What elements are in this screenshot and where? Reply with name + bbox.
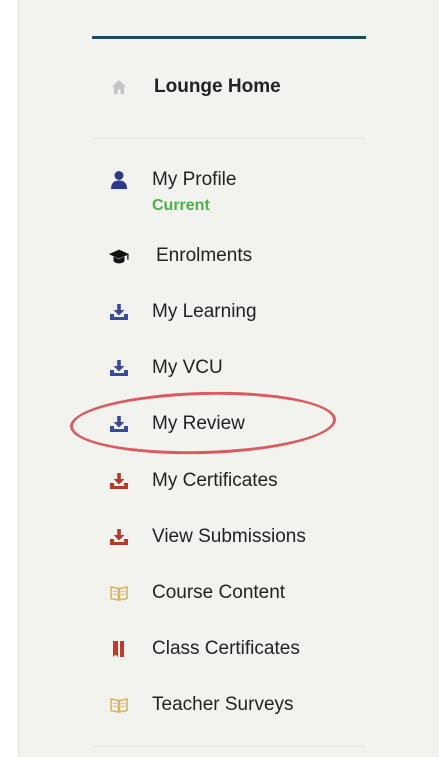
profile-status-text: Current (152, 197, 210, 214)
home-icon (108, 76, 130, 98)
sidebar-item-course-content[interactable]: Course Content (108, 578, 285, 608)
sidebar-item-teacher-surveys[interactable]: Teacher Surveys (108, 690, 294, 720)
user-icon (108, 169, 130, 191)
sidebar-item-label: My Review (152, 413, 245, 434)
sidebar-item-class-certificates[interactable]: Class Certificates (108, 634, 300, 664)
sidebar-item-label: My Profile (152, 169, 237, 190)
sidebar-item-view-submissions[interactable]: View Submissions (108, 522, 306, 552)
sidebar-item-enrolments[interactable]: Enrolments (108, 241, 252, 271)
sidebar-item-my-vcu[interactable]: My VCU (108, 353, 223, 383)
sidebar-item-label: My VCU (152, 357, 223, 378)
sidebar-item-my-learning[interactable]: My Learning (108, 297, 257, 327)
sidebar-item-my-review[interactable]: My Review (108, 409, 245, 439)
sidebar-item-lounge-home[interactable]: Lounge Home (108, 72, 281, 102)
sidebar-item-label: My Learning (152, 301, 257, 322)
download-tray-icon (108, 470, 130, 492)
sidebar-item-my-certificates[interactable]: My Certificates (108, 466, 278, 496)
bookmark-icon (108, 638, 130, 660)
download-tray-icon (108, 301, 130, 323)
sidebar-item-label: Teacher Surveys (152, 694, 294, 715)
top-divider (92, 36, 366, 39)
sidebar-item-label: Course Content (152, 582, 286, 603)
sidebar-item-label: My Certificates (152, 470, 278, 491)
download-tray-icon (108, 413, 130, 435)
divider (92, 138, 366, 139)
download-tray-icon (108, 357, 130, 379)
graduation-cap-icon (108, 245, 130, 267)
sidebar-item-label: Enrolments (156, 245, 253, 266)
divider (92, 746, 366, 747)
sidebar-item-label: Class Certificates (152, 638, 300, 659)
sidebar-item-label: Lounge Home (154, 76, 281, 97)
sidebar-item-my-profile[interactable]: My Profile (108, 165, 236, 195)
book-icon (108, 694, 130, 716)
book-icon (108, 582, 130, 604)
download-tray-icon (108, 526, 130, 548)
sidebar-item-label: View Submissions (152, 526, 306, 547)
